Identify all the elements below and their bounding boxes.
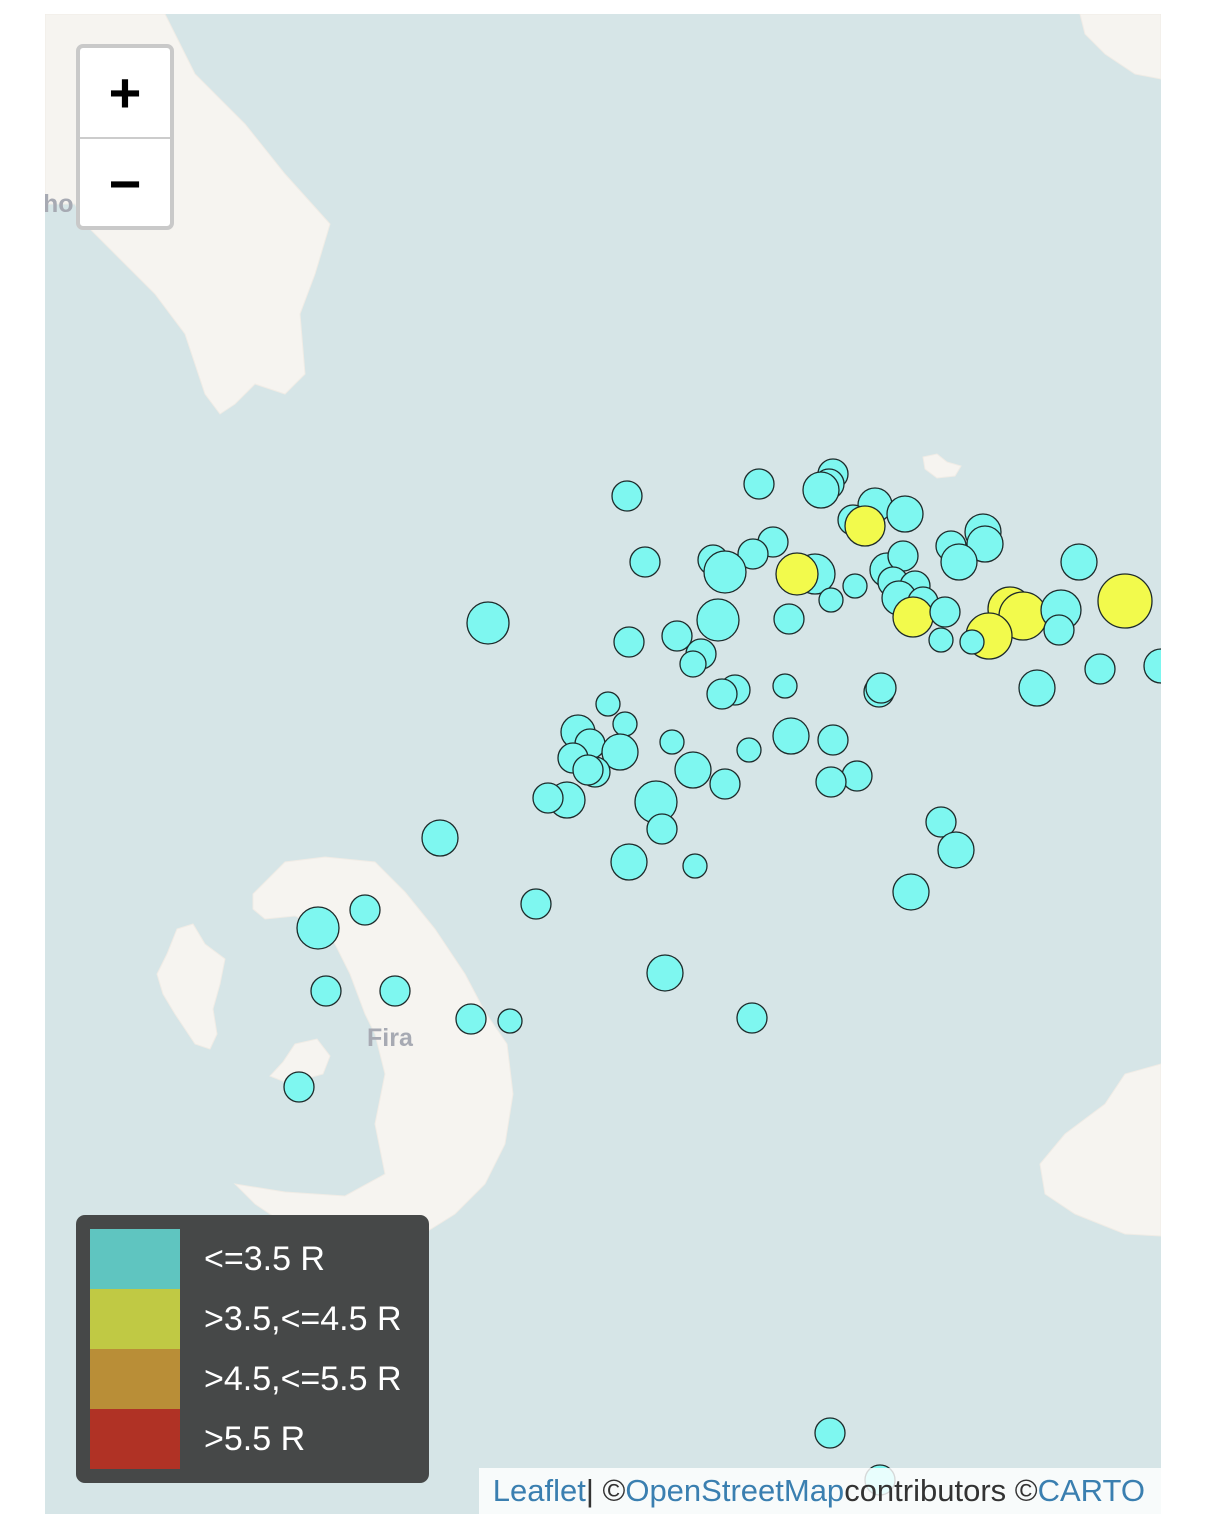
place-label-fira: Fira <box>367 1024 413 1052</box>
quake-marker-low[interactable] <box>520 888 552 920</box>
quake-marker-low[interactable] <box>349 894 381 926</box>
quake-marker-low[interactable] <box>283 1071 315 1103</box>
legend-swatch <box>90 1409 180 1469</box>
quake-marker-low[interactable] <box>379 975 411 1007</box>
quake-marker-low[interactable] <box>709 768 741 800</box>
quake-marker-low[interactable] <box>772 673 798 699</box>
quake-marker-low[interactable] <box>674 751 712 789</box>
quake-marker-mid[interactable] <box>775 552 819 596</box>
quake-marker-low[interactable] <box>613 626 645 658</box>
quake-marker-low[interactable] <box>629 546 661 578</box>
quake-marker-low[interactable] <box>1143 648 1161 684</box>
zoom-out-button[interactable]: − <box>80 139 170 228</box>
attribution-separator: | © <box>585 1473 626 1508</box>
quake-marker-low[interactable] <box>802 471 840 509</box>
attribution-contributors: contributors © <box>844 1473 1038 1508</box>
quake-marker-low[interactable] <box>815 766 847 798</box>
quake-marker-low[interactable] <box>818 587 844 613</box>
place-label-partial: ho <box>45 190 74 218</box>
quake-marker-mid[interactable] <box>892 596 934 638</box>
quake-marker-low[interactable] <box>703 550 747 594</box>
zoom-control: + − <box>76 44 174 230</box>
legend-row: >5.5 R <box>90 1409 429 1469</box>
quake-marker-low[interactable] <box>736 1002 768 1034</box>
quake-marker-low[interactable] <box>814 1417 846 1449</box>
quake-marker-low[interactable] <box>595 691 621 717</box>
quake-marker-low[interactable] <box>1043 614 1075 646</box>
quake-marker-low[interactable] <box>929 596 961 628</box>
zoom-in-button[interactable]: + <box>80 48 170 139</box>
quake-marker-low[interactable] <box>682 853 708 879</box>
quake-marker-low[interactable] <box>572 754 604 786</box>
legend-row: <=3.5 R <box>90 1229 429 1289</box>
quake-marker-low[interactable] <box>646 954 684 992</box>
quake-marker-low[interactable] <box>1060 543 1098 581</box>
legend-swatch <box>90 1349 180 1409</box>
quake-marker-low[interactable] <box>736 737 762 763</box>
legend-label: >5.5 R <box>204 1419 306 1458</box>
quake-marker-low[interactable] <box>696 598 740 642</box>
carto-link[interactable]: CARTO <box>1038 1473 1145 1509</box>
quake-marker-low[interactable] <box>937 831 975 869</box>
quake-marker-low[interactable] <box>842 573 868 599</box>
quake-marker-low[interactable] <box>841 760 873 792</box>
quake-marker-low[interactable] <box>296 906 340 950</box>
magnitude-legend: <=3.5 R >3.5,<=4.5 R >4.5,<=5.5 R >5.5 R <box>76 1215 429 1483</box>
quake-marker-mid[interactable] <box>1097 573 1153 629</box>
island-northeast <box>1079 14 1161 80</box>
map-attribution: Leaflet | © OpenStreetMap contributors ©… <box>478 1468 1161 1514</box>
openstreetmap-link[interactable]: OpenStreetMap <box>625 1473 844 1509</box>
legend-label: >4.5,<=5.5 R <box>204 1359 402 1398</box>
quake-marker-low[interactable] <box>455 1003 487 1035</box>
legend-label: >3.5,<=4.5 R <box>204 1299 402 1338</box>
quake-marker-low[interactable] <box>679 650 707 678</box>
quake-marker-low[interactable] <box>886 495 924 533</box>
map-canvas[interactable]: Fira ho + − <=3.5 R >3.5,<=4.5 R >4.5,<=… <box>45 14 1161 1514</box>
legend-swatch <box>90 1229 180 1289</box>
quake-marker-low[interactable] <box>865 672 897 704</box>
quake-marker-low[interactable] <box>610 843 648 881</box>
quake-marker-low[interactable] <box>1084 653 1116 685</box>
quake-marker-low[interactable] <box>959 629 985 655</box>
quake-marker-low[interactable] <box>743 468 775 500</box>
quake-marker-low[interactable] <box>611 480 643 512</box>
quake-marker-low[interactable] <box>940 543 978 581</box>
legend-row: >3.5,<=4.5 R <box>90 1289 429 1349</box>
quake-marker-low[interactable] <box>772 717 810 755</box>
island-thirasia <box>156 923 226 1050</box>
quake-marker-low[interactable] <box>659 729 685 755</box>
legend-row: >4.5,<=5.5 R <box>90 1349 429 1409</box>
leaflet-link[interactable]: Leaflet <box>493 1473 586 1509</box>
quake-marker-low[interactable] <box>1018 669 1056 707</box>
quake-marker-low[interactable] <box>817 724 849 756</box>
legend-label: <=3.5 R <box>204 1239 325 1278</box>
quake-marker-mid[interactable] <box>844 505 886 547</box>
quake-marker-low[interactable] <box>310 975 342 1007</box>
quake-marker-low[interactable] <box>892 873 930 911</box>
quake-marker-low[interactable] <box>773 603 805 635</box>
quake-marker-low[interactable] <box>928 627 954 653</box>
quake-marker-low[interactable] <box>421 819 459 857</box>
islet-north <box>922 453 962 479</box>
legend-swatch <box>90 1289 180 1349</box>
quake-marker-low[interactable] <box>612 711 638 737</box>
quake-marker-low[interactable] <box>497 1008 523 1034</box>
quake-marker-low[interactable] <box>466 601 510 645</box>
quake-marker-low[interactable] <box>646 813 678 845</box>
quake-marker-low[interactable] <box>706 678 738 710</box>
quake-marker-low[interactable] <box>532 782 564 814</box>
island-anafi <box>1039 1063 1161 1237</box>
